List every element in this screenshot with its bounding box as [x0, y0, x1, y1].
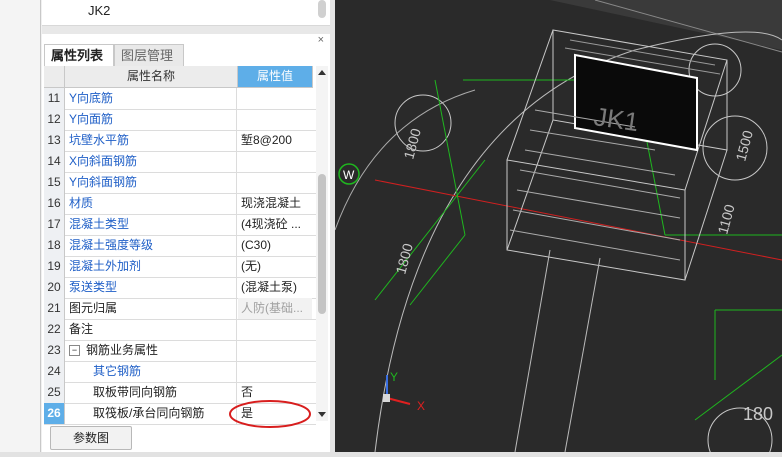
row-index: 18 — [44, 235, 65, 256]
table-row[interactable]: 12 Y向面筋 — [44, 109, 316, 131]
tab-layer-management[interactable]: 图层管理 — [114, 44, 184, 67]
status-bar — [0, 452, 782, 457]
column-header-index — [44, 66, 65, 88]
property-name: X向斜面钢筋 — [65, 151, 237, 172]
property-name: 混凝土类型 — [65, 214, 237, 235]
row-index: 22 — [44, 319, 65, 340]
table-row[interactable]: 21 图元归属 人防(基础... — [44, 298, 316, 320]
property-value[interactable]: (4现浇砼 ... — [238, 214, 312, 235]
property-panel: JK2 × 属性列表 图层管理 属性名称 属性值 11 Y向底筋 12 Y向面筋… — [42, 0, 330, 457]
table-row[interactable]: 17 混凝土类型 (4现浇砼 ... — [44, 214, 316, 236]
property-value[interactable] — [238, 151, 312, 172]
row-index: 25 — [44, 382, 65, 403]
scroll-thumb[interactable] — [318, 174, 326, 314]
collapse-toggle-icon[interactable]: − — [69, 345, 80, 357]
row-index: 19 — [44, 256, 65, 277]
row-index: 13 — [44, 130, 65, 151]
property-name: Y向斜面钢筋 — [65, 172, 237, 193]
property-name: 取板带同向钢筋 — [65, 382, 237, 403]
property-name: Y向面筋 — [65, 109, 237, 130]
row-index: 11 — [44, 88, 65, 109]
tree-item-jk2[interactable]: JK2 — [88, 3, 110, 18]
property-group-header[interactable]: − 钢筋业务属性 — [65, 340, 237, 361]
table-row[interactable]: 23 − 钢筋业务属性 — [44, 340, 316, 362]
property-name: 图元归属 — [65, 298, 237, 319]
table-row[interactable]: 11 Y向底筋 — [44, 88, 316, 110]
property-name: Y向底筋 — [65, 88, 237, 109]
table-row[interactable]: 14 X向斜面钢筋 — [44, 151, 316, 173]
property-value[interactable]: (无) — [238, 256, 312, 277]
grid-scrollbar[interactable] — [316, 66, 328, 421]
table-row[interactable]: 24 其它钢筋 — [44, 361, 316, 383]
property-name: 取筏板/承台同向钢筋 — [65, 403, 237, 424]
element-label-jk1: JK1 — [592, 101, 641, 137]
property-name: 备注 — [65, 319, 237, 340]
table-row[interactable]: 18 混凝土强度等级 (C30) — [44, 235, 316, 257]
property-name: 坑壁水平筋 — [65, 130, 237, 151]
property-value[interactable] — [238, 319, 312, 340]
table-row[interactable]: 19 混凝土外加剂 (无) — [44, 256, 316, 278]
property-value[interactable]: (C30) — [238, 235, 312, 256]
panel-separator — [42, 26, 330, 34]
row-index: 15 — [44, 172, 65, 193]
property-name: 材质 — [65, 193, 237, 214]
property-value: 人防(基础... — [238, 298, 312, 319]
column-header-name: 属性名称 — [65, 66, 238, 88]
property-value — [238, 340, 312, 361]
scroll-up-arrow-icon[interactable] — [318, 70, 326, 75]
axis-x-label: X — [417, 399, 425, 413]
property-name: 其它钢筋 — [65, 361, 237, 382]
parameter-diagram-button[interactable]: 参数图 — [50, 426, 132, 450]
property-name: 混凝土强度等级 — [65, 235, 237, 256]
row-index: 16 — [44, 193, 65, 214]
compass-w-label: W — [343, 168, 355, 182]
table-row[interactable]: 16 材质 现浇混凝土 — [44, 193, 316, 215]
row-index: 12 — [44, 109, 65, 130]
dim-label: 180 — [743, 404, 773, 424]
row-index: 23 — [44, 340, 65, 361]
table-row[interactable]: 22 备注 — [44, 319, 316, 341]
property-value[interactable]: 现浇混凝土 — [238, 193, 312, 214]
property-name: 混凝土外加剂 — [65, 256, 237, 277]
column-header-value: 属性值 — [238, 66, 313, 88]
scroll-down-arrow-icon[interactable] — [318, 412, 326, 417]
close-panel-icon[interactable]: × — [318, 34, 324, 46]
row-index: 24 — [44, 361, 65, 382]
axis-y-label: Y — [390, 370, 398, 384]
left-toolbar-strip — [0, 0, 41, 457]
row-index: 26 — [44, 403, 65, 424]
property-value[interactable]: 堑8@200 — [238, 130, 312, 151]
row-index: 14 — [44, 151, 65, 172]
row-index: 21 — [44, 298, 65, 319]
tab-property-list[interactable]: 属性列表 — [44, 44, 114, 67]
property-name: 泵送类型 — [65, 277, 237, 298]
group-label: 钢筋业务属性 — [86, 343, 159, 357]
component-tree: JK2 — [42, 0, 330, 26]
table-row[interactable]: 15 Y向斜面钢筋 — [44, 172, 316, 194]
row-index: 17 — [44, 214, 65, 235]
property-value[interactable] — [238, 361, 312, 382]
property-value[interactable] — [238, 109, 312, 130]
cad-viewport[interactable]: W JK1 1800 1800 1500 1100 180 Y X — [335, 0, 782, 452]
row-index: 20 — [44, 277, 65, 298]
property-value[interactable] — [238, 172, 312, 193]
tree-scrollbar[interactable] — [318, 0, 326, 18]
table-row[interactable]: 20 泵送类型 (混凝土泵) — [44, 277, 316, 299]
cad-drawing: W JK1 1800 1800 1500 1100 180 Y X — [335, 0, 782, 452]
table-row[interactable]: 13 坑壁水平筋 堑8@200 — [44, 130, 316, 152]
property-value[interactable] — [238, 88, 312, 109]
red-highlight-ellipse — [229, 400, 311, 428]
property-value[interactable]: (混凝土泵) — [238, 277, 312, 298]
